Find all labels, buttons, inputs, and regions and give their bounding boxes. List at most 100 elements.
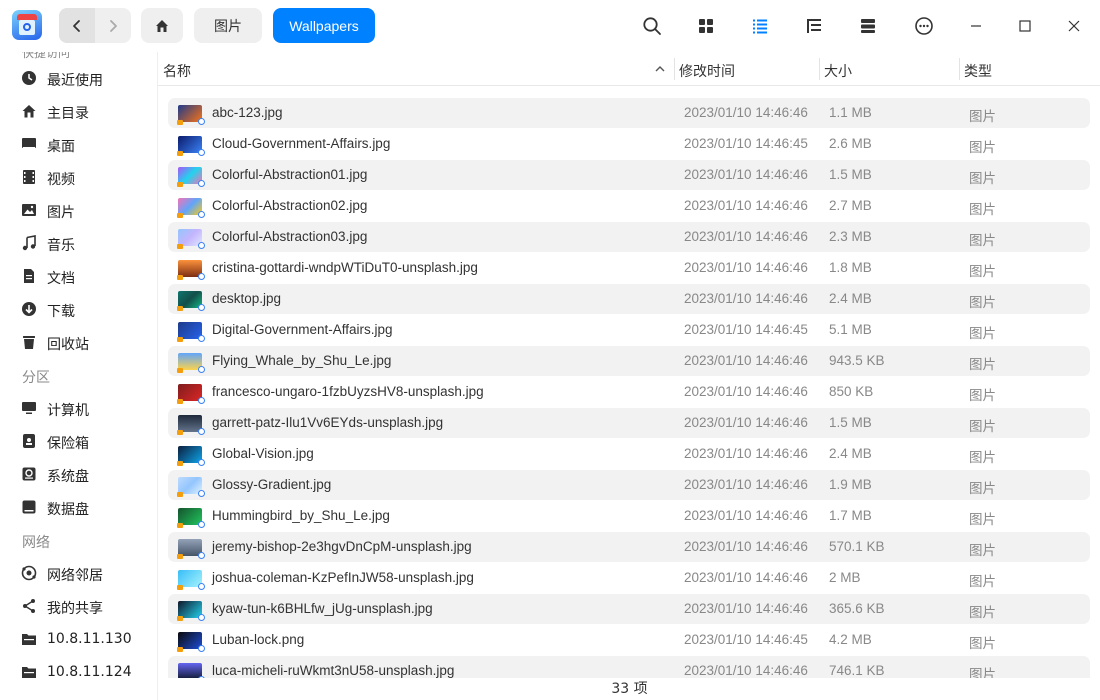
sidebar-item-home[interactable]: 主目录 xyxy=(0,96,157,126)
sidebar-item-network-neighborhood[interactable]: 网络邻居 xyxy=(0,558,157,588)
more-menu-button[interactable] xyxy=(910,12,938,40)
sidebar-item-server-130[interactable]: 10.8.11.130 xyxy=(0,624,157,654)
file-row[interactable]: Colorful-Abstraction01.jpg 2023/01/10 14:… xyxy=(168,160,1090,190)
lock-emblem-icon xyxy=(177,523,183,528)
sidebar-item-label: 保险箱 xyxy=(47,436,89,452)
file-modified: 2023/01/10 14:46:46 xyxy=(684,384,808,399)
file-row[interactable]: kyaw-tun-k6BHLfw_jUg-unsplash.jpg 2023/01… xyxy=(168,594,1090,624)
network-icon xyxy=(21,565,37,581)
sidebar-item-desktop[interactable]: 桌面 xyxy=(0,129,157,159)
file-name: garrett-patz-Ilu1Vv6EYds-unsplash.jpg xyxy=(212,415,444,430)
file-row[interactable]: Luban-lock.png 2023/01/10 14:46:45 4.2 MB 图… xyxy=(168,625,1090,655)
file-row[interactable]: Glossy-Gradient.jpg 2023/01/10 14:46:46 1.… xyxy=(168,470,1090,500)
breadcrumb-wallpapers[interactable]: Wallpapers xyxy=(273,8,375,43)
tree-view-button[interactable] xyxy=(800,12,828,40)
file-size: 365.6 KB xyxy=(829,601,885,616)
file-type: 图片 xyxy=(969,295,996,311)
sidebar-item-label: 桌面 xyxy=(47,139,75,155)
file-row[interactable]: Colorful-Abstraction03.jpg 2023/01/10 14:… xyxy=(168,222,1090,252)
file-row[interactable]: Colorful-Abstraction02.jpg 2023/01/10 14:… xyxy=(168,191,1090,221)
image-thumbnail-icon xyxy=(177,322,205,342)
file-modified: 2023/01/10 14:46:45 xyxy=(684,322,808,337)
link-emblem-icon xyxy=(198,273,205,280)
file-row[interactable]: cristina-gottardi-wndpWTiDuT0-unsplash.j… xyxy=(168,253,1090,283)
column-divider[interactable] xyxy=(959,58,960,80)
column-divider[interactable] xyxy=(674,58,675,80)
sidebar-item-recent[interactable]: 最近使用 xyxy=(0,63,157,93)
sidebar-item-system-disk[interactable]: 系统盘 xyxy=(0,459,157,489)
file-row[interactable]: desktop.jpg 2023/01/10 14:46:46 2.4 MB 图片 xyxy=(168,284,1090,314)
file-row[interactable]: Cloud-Government-Affairs.jpg 2023/01/10 1… xyxy=(168,129,1090,159)
maximize-icon xyxy=(1019,20,1031,32)
file-row[interactable]: luca-micheli-ruWkmt3nU58-unsplash.jpg 202… xyxy=(168,656,1090,678)
column-modified[interactable]: 修改时间 xyxy=(679,61,735,81)
column-name[interactable]: 名称 xyxy=(163,61,191,81)
file-name: Colorful-Abstraction01.jpg xyxy=(212,167,368,182)
file-name: desktop.jpg xyxy=(212,291,282,306)
details-pane-button[interactable] xyxy=(854,12,882,40)
file-name: Hummingbird_by_Shu_Le.jpg xyxy=(212,508,390,523)
list-view-button[interactable] xyxy=(746,12,774,40)
column-divider[interactable] xyxy=(819,58,820,80)
forward-button[interactable] xyxy=(95,8,131,43)
file-row[interactable]: garrett-patz-Ilu1Vv6EYds-unsplash.jpg 202… xyxy=(168,408,1090,438)
search-button[interactable] xyxy=(638,12,666,40)
image-thumbnail-icon xyxy=(177,601,205,621)
file-name: Colorful-Abstraction03.jpg xyxy=(212,229,368,244)
sidebar-item-music[interactable]: 音乐 xyxy=(0,228,157,258)
back-button[interactable] xyxy=(59,8,95,43)
sort-ascending-icon[interactable] xyxy=(654,63,666,75)
lock-emblem-icon xyxy=(177,306,183,311)
file-row[interactable]: joshua-coleman-KzPefInJW58-unsplash.jpg 2… xyxy=(168,563,1090,593)
column-type[interactable]: 类型 xyxy=(964,61,992,81)
file-name: jeremy-bishop-2e3hgvDnCpM-unsplash.jpg xyxy=(212,539,472,554)
sidebar-item-server-124[interactable]: 10.8.11.124 xyxy=(0,657,157,687)
column-size[interactable]: 大小 xyxy=(824,61,852,81)
sidebar-item-label: 下载 xyxy=(47,304,75,320)
lock-emblem-icon xyxy=(177,461,183,466)
file-type: 图片 xyxy=(969,574,996,590)
file-name: cristina-gottardi-wndpWTiDuT0-unsplash.j… xyxy=(212,260,478,275)
sidebar-item-data-disk[interactable]: 数据盘 xyxy=(0,492,157,522)
file-row[interactable]: Global-Vision.jpg 2023/01/10 14:46:46 2.4 … xyxy=(168,439,1090,469)
sidebar-item-computer[interactable]: 计算机 xyxy=(0,393,157,423)
maximize-button[interactable] xyxy=(1011,12,1039,40)
minimize-button[interactable] xyxy=(962,12,990,40)
image-thumbnail-icon xyxy=(177,632,205,652)
sidebar-group-partitions: 分区 xyxy=(22,370,50,386)
file-size: 850 KB xyxy=(829,384,874,399)
file-row[interactable]: Digital-Government-Affairs.jpg 2023/01/10… xyxy=(168,315,1090,345)
breadcrumb-pictures[interactable]: 图片 xyxy=(194,8,262,43)
picture-icon xyxy=(22,204,36,216)
sidebar-item-label: 主目录 xyxy=(47,106,89,122)
sidebar-item-pictures[interactable]: 图片 xyxy=(0,195,157,225)
download-icon xyxy=(22,302,36,316)
file-type: 图片 xyxy=(969,109,996,125)
icon-view-button[interactable] xyxy=(692,12,720,40)
link-emblem-icon xyxy=(198,366,205,373)
file-name: Colorful-Abstraction02.jpg xyxy=(212,198,368,213)
lock-emblem-icon xyxy=(177,120,183,125)
file-size: 1.1 MB xyxy=(829,105,872,120)
grid-view-icon xyxy=(699,19,713,33)
close-button[interactable] xyxy=(1060,12,1088,40)
data-disk-icon xyxy=(22,500,36,514)
file-modified: 2023/01/10 14:46:46 xyxy=(684,229,808,244)
file-size: 2.4 MB xyxy=(829,291,872,306)
sidebar-item-documents[interactable]: 文档 xyxy=(0,261,157,291)
file-row[interactable]: francesco-ungaro-1fzbUyzsHV8-unsplash.jp… xyxy=(168,377,1090,407)
sidebar-item-vault[interactable]: 保险箱 xyxy=(0,426,157,456)
sidebar-item-my-shares[interactable]: 我的共享 xyxy=(0,591,157,621)
item-count: 33 项 xyxy=(611,681,648,697)
file-row[interactable]: abc-123.jpg 2023/01/10 14:46:46 1.1 MB 图片 xyxy=(168,98,1090,128)
file-row[interactable]: Flying_Whale_by_Shu_Le.jpg 2023/01/10 14:… xyxy=(168,346,1090,376)
file-type: 图片 xyxy=(969,326,996,342)
breadcrumb-home-button[interactable] xyxy=(141,8,183,43)
sidebar-item-videos[interactable]: 视频 xyxy=(0,162,157,192)
file-row[interactable]: jeremy-bishop-2e3hgvDnCpM-unsplash.jpg 20… xyxy=(168,532,1090,562)
file-row[interactable]: Hummingbird_by_Shu_Le.jpg 2023/01/10 14:4… xyxy=(168,501,1090,531)
sidebar-item-downloads[interactable]: 下载 xyxy=(0,294,157,324)
file-name: Glossy-Gradient.jpg xyxy=(212,477,332,492)
sidebar-item-label: 音乐 xyxy=(47,238,75,254)
sidebar-item-trash[interactable]: 回收站 xyxy=(0,327,157,357)
